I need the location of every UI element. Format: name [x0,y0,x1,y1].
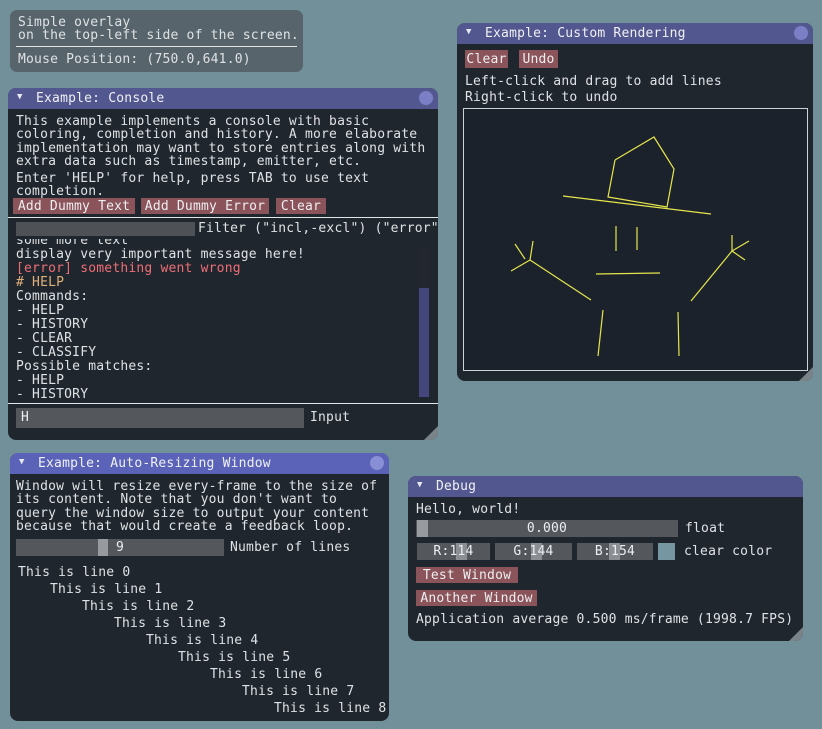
collapse-arrow-icon[interactable]: ▼ [417,480,423,490]
console-log-line: - HELP [16,373,416,387]
console-log-line: display very important message here! [16,247,416,261]
drawn-line [608,137,674,207]
drawn-line [691,251,732,301]
drawn-line [732,251,745,260]
float-slider-value: 0.000 [416,521,678,536]
console-hint-text: Enter 'HELP' for help, press TAB to use … [16,172,369,199]
drag-blue-value: B:154 [577,544,653,559]
console-intro-text: This example implements a console with b… [16,115,425,169]
console-log-line: Commands: [16,289,416,303]
debug-window: ▼ Debug Hello, world! 0.000 float R:114 … [408,476,803,641]
console-separator-top [8,217,438,218]
drawn-line [563,196,711,214]
output-line: This is line 4 [146,633,258,648]
drawn-line [598,310,603,356]
collapse-arrow-icon[interactable]: ▼ [17,92,23,102]
drag-green-value: G:144 [495,544,572,559]
console-separator-bottom [8,403,438,404]
console-log-line: - HELP [16,303,416,317]
console-log-content: some more textdisplay very important mes… [16,239,416,399]
overlay-text-line2: on the top-left side of the screen. [18,29,299,42]
float-label: float [685,522,725,535]
clear-button[interactable]: Clear [276,198,326,214]
hello-world-text: Hello, world! [416,503,520,516]
canvas-help-text1: Left-click and drag to add lines [465,75,722,88]
resize-grip-icon[interactable] [424,426,438,440]
clear-color-label: clear color [684,545,772,558]
drawn-line [678,312,679,356]
console-log-line: Possible matches: [16,359,416,373]
custom-rendering-titlebar[interactable]: ▼ Example: Custom Rendering [457,23,813,44]
console-log-line: some more text [16,239,416,247]
console-input[interactable]: H [16,408,304,428]
output-line: This is line 3 [114,616,226,631]
float-slider[interactable]: 0.000 [416,520,678,537]
debug-title: Debug [436,479,476,494]
drawn-line [530,260,591,300]
canvas-clear-button[interactable]: Clear [465,50,508,68]
console-log-line: # HELP [16,275,416,289]
debug-titlebar[interactable]: ▼ Debug [408,476,803,497]
console-input-label: Input [310,411,350,424]
drawn-line [732,241,749,251]
test-window-button[interactable]: Test Window [416,567,518,583]
scrollbar-grab[interactable] [419,288,429,397]
close-button-icon[interactable] [419,91,433,105]
console-log-line: - HISTORY [16,317,416,331]
console-log-line: - CLASSIFY [16,345,416,359]
console-input-value: H [21,411,29,424]
console-log-line: - CLEAR [16,331,416,345]
filter-label: Filter ("incl,-excl") ("error" [198,222,438,235]
overlay-window: Simple overlay on the top-left side of t… [10,10,303,72]
another-window-button[interactable]: Another Window [416,590,537,606]
add-dummy-text-button[interactable]: Add Dummy Text [13,198,135,214]
auto-resizing-window: ▼ Example: Auto-Resizing Window Window w… [10,453,389,721]
console-title: Example: Console [36,91,164,106]
fps-stats-text: Application average 0.500 ms/frame (1998… [416,613,793,626]
drag-red[interactable]: R:114 [417,543,490,560]
drag-red-value: R:114 [417,544,490,559]
drawn-lines [464,109,807,370]
add-dummy-error-button[interactable]: Add Dummy Error [141,198,269,214]
canvas-help-text2: Right-click to undo [465,91,618,104]
filter-input[interactable] [16,222,195,236]
output-line: This is line 5 [178,650,290,665]
drawn-line [530,241,533,260]
console-titlebar[interactable]: ▼ Example: Console [8,88,438,109]
output-line: This is line 2 [82,599,194,614]
output-line: This is line 7 [242,684,354,699]
console-scrollbar[interactable] [418,243,430,397]
drawn-line [515,244,525,259]
drag-blue[interactable]: B:154 [577,543,653,560]
overlay-separator [16,46,297,47]
custom-rendering-title: Example: Custom Rendering [485,26,686,41]
console-window: ▼ Example: Console This example implemen… [8,88,438,440]
close-button-icon[interactable] [794,26,808,40]
collapse-arrow-icon[interactable]: ▼ [466,27,472,37]
drag-green[interactable]: G:144 [495,543,572,560]
drawn-line [511,260,530,271]
output-line: This is line 6 [210,667,322,682]
output-line: This is line 1 [50,582,162,597]
mouse-position-text: Mouse Position: (750.0,641.0) [18,53,251,66]
custom-rendering-window: ▼ Example: Custom Rendering Clear Undo L… [457,23,813,381]
canvas-undo-button[interactable]: Undo [519,50,558,68]
console-log-line: - HISTORY [16,387,416,399]
clear-color-swatch[interactable] [658,543,675,560]
output-line: This is line 0 [18,565,130,580]
auto-resizing-lines: This is line 0 This is line 1 This is line… [10,453,389,721]
console-log[interactable]: some more textdisplay very important mes… [16,239,416,399]
resize-grip-icon[interactable] [789,627,803,641]
drawing-canvas[interactable] [463,108,808,371]
console-log-line: [error] something went wrong [16,261,416,275]
drawn-line [596,273,660,274]
desktop: Simple overlay on the top-left side of t… [0,0,822,729]
output-line: This is line 8 [274,701,386,716]
